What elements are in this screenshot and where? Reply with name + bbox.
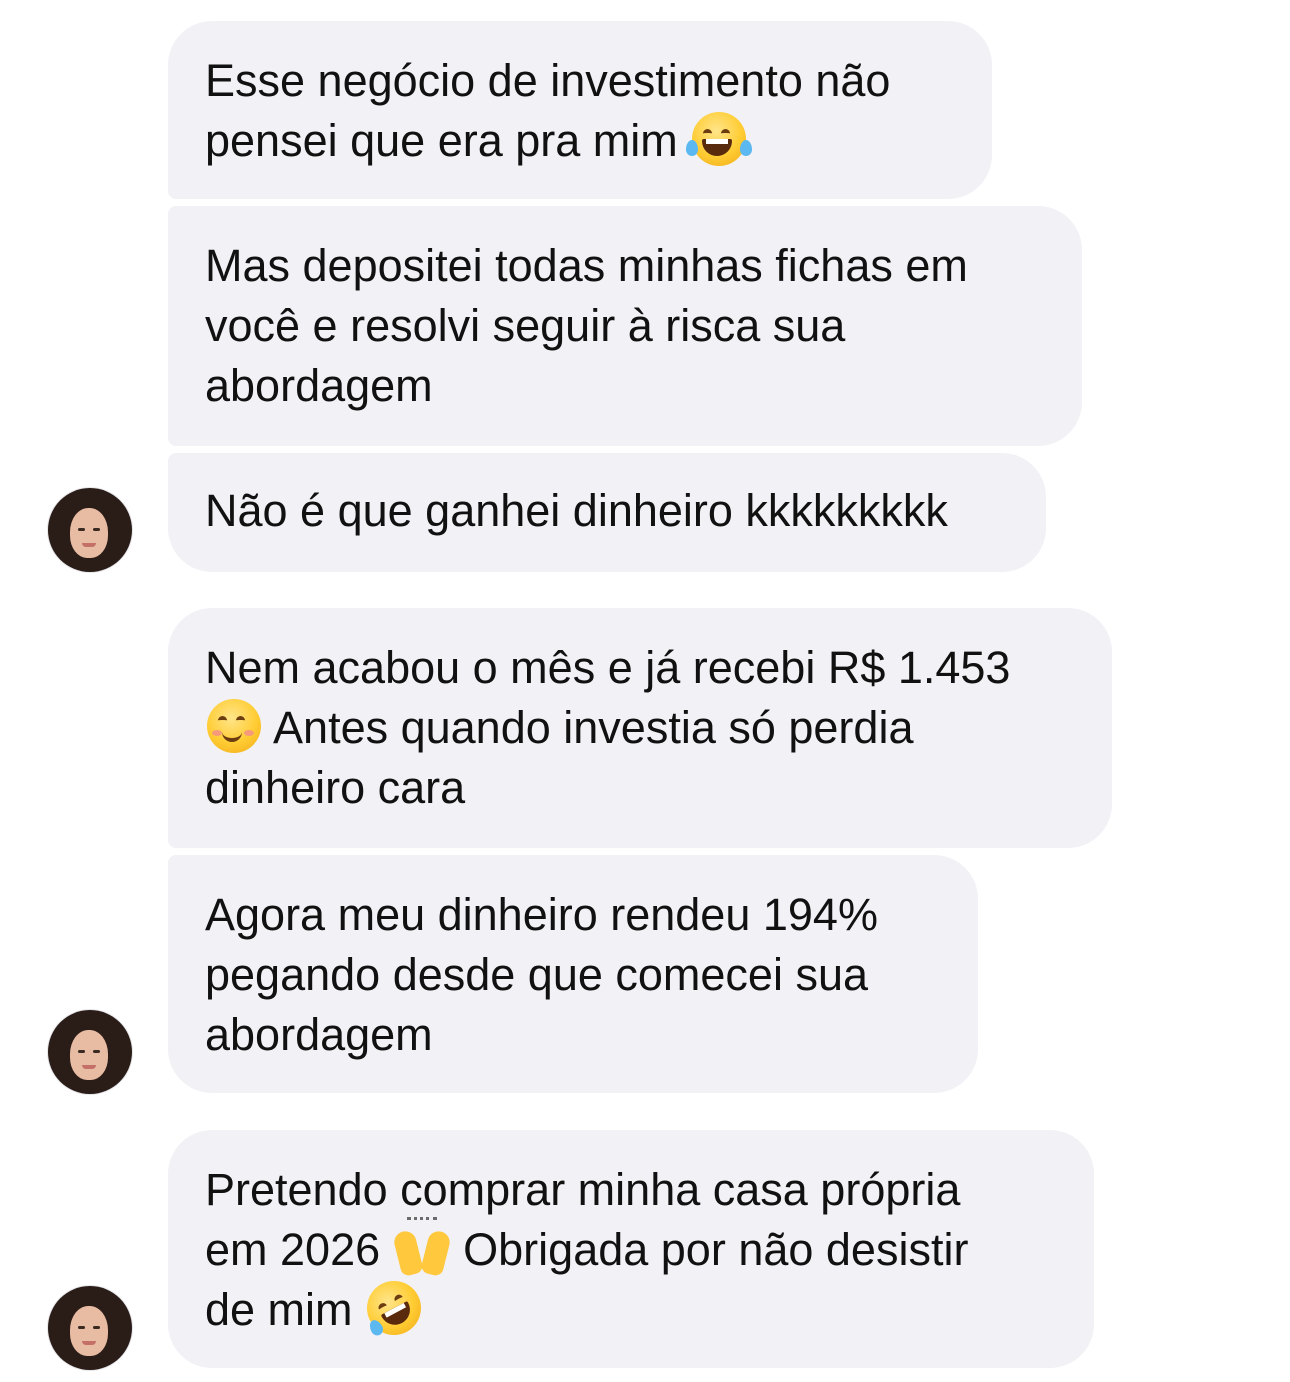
avatar[interactable]	[48, 488, 132, 572]
message-text: abordagem	[205, 1009, 433, 1060]
message-text: Não é que ganhei dinheiro kkkkkkkkk	[205, 485, 948, 536]
message-text: Esse negócio de investimento não	[205, 55, 891, 106]
avatar[interactable]	[48, 1286, 132, 1370]
message-bubble[interactable]: Agora meu dinheiro rendeu 194% pegando d…	[168, 855, 978, 1093]
message-text: Agora meu dinheiro rendeu 194%	[205, 889, 878, 940]
message-text: Mas depositei todas minhas fichas em	[205, 240, 968, 291]
smiling-face-icon	[205, 699, 263, 753]
message-text: Obrigada por não desistir	[463, 1224, 969, 1275]
message-text: abordagem	[205, 360, 433, 411]
message-bubble[interactable]: Nem acabou o mês e já recebi R$ 1.453 An…	[168, 608, 1112, 848]
face-with-tears-of-joy-icon	[686, 112, 753, 166]
message-text: Antes quando investia só perdia	[273, 702, 914, 753]
message-bubble[interactable]: Mas depositei todas minhas fichas em voc…	[168, 206, 1082, 446]
message-text: em 2026	[205, 1224, 381, 1275]
message-text: de mim	[205, 1284, 353, 1335]
rolling-on-the-floor-laughing-icon	[357, 1271, 431, 1345]
message-bubble[interactable]: Esse negócio de investimento não pensei …	[168, 21, 992, 199]
message-bubble[interactable]: Pretendo comprar minha casa própria em 2…	[168, 1130, 1094, 1368]
message-text: dinheiro cara	[205, 762, 466, 813]
message-bubble[interactable]: Não é que ganhei dinheiro kkkkkkkkk	[168, 453, 1046, 572]
avatar[interactable]	[48, 1010, 132, 1094]
message-text: Nem acabou o mês e já recebi R$ 1.453	[205, 642, 1011, 693]
raising-hands-icon	[391, 1217, 452, 1278]
message-text: pegando desde que comecei sua	[205, 949, 869, 1000]
message-text: pensei que era pra mim	[205, 115, 678, 166]
message-text: Pretendo comprar minha casa própria	[205, 1164, 961, 1215]
message-text: você e resolvi seguir à risca sua	[205, 300, 846, 351]
